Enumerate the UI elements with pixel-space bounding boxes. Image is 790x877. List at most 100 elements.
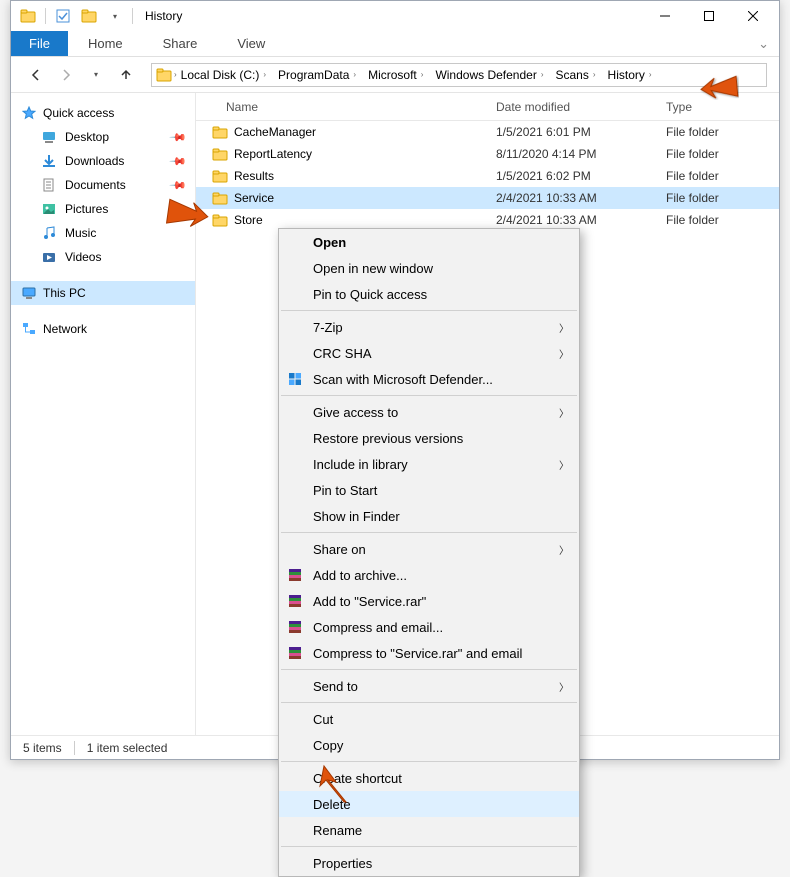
breadcrumb-local-disk-c-[interactable]: Local Disk (C:)› [177,68,274,82]
menu-send-to[interactable]: Send to〉 [279,673,579,699]
desktop-icon [41,129,57,145]
breadcrumb-programdata[interactable]: ProgramData› [274,68,364,82]
menu-restore-previous-versions[interactable]: Restore previous versions [279,425,579,451]
folder-icon [212,124,228,140]
folder-icon [212,190,228,206]
submenu-arrow-icon: 〉 [559,405,569,420]
status-selected: 1 item selected [87,741,168,755]
nav-recent-dropdown[interactable]: ▾ [83,62,109,88]
status-count: 5 items [23,741,62,755]
col-name[interactable]: Name [196,100,496,114]
col-date[interactable]: Date modified [496,100,666,114]
videos-icon [41,249,57,265]
nav-forward-button[interactable] [53,62,79,88]
submenu-arrow-icon: 〉 [559,542,569,557]
sidebar-item-videos[interactable]: Videos [11,245,195,269]
menu-copy[interactable]: Copy [279,732,579,758]
folder-row-reportlatency[interactable]: ReportLatency8/11/2020 4:14 PMFile folde… [196,143,779,165]
submenu-arrow-icon: 〉 [559,457,569,472]
ribbon-tab-home[interactable]: Home [68,31,143,56]
qat-dropdown-icon[interactable]: ▾ [106,7,124,25]
defender-icon [285,369,305,389]
pin-icon: 📌 [169,152,188,171]
folder-title-icon [19,7,37,25]
quick-access-header[interactable]: Quick access [11,101,195,125]
menu-pin-to-start[interactable]: Pin to Start [279,477,579,503]
folder-row-service[interactable]: Service2/4/2021 10:33 AMFile folder [196,187,779,209]
sidebar-network[interactable]: Network [11,317,195,341]
maximize-button[interactable] [687,1,731,31]
window-title: History [137,9,643,23]
breadcrumb-windows-defender[interactable]: Windows Defender› [431,68,551,82]
menu-separator [281,395,577,396]
sidebar-item-desktop[interactable]: Desktop📌 [11,125,195,149]
menu-delete[interactable]: Delete [279,791,579,817]
nav-back-button[interactable] [23,62,49,88]
address-bar[interactable]: › Local Disk (C:)›ProgramData›Microsoft›… [151,63,767,87]
folder-row-results[interactable]: Results1/5/2021 6:02 PMFile folder [196,165,779,187]
star-icon [21,105,37,121]
menu-cut[interactable]: Cut [279,706,579,732]
menu-separator [281,761,577,762]
nav-sidebar: Quick access Desktop📌Downloads📌Documents… [11,93,196,735]
rar-icon [285,591,305,611]
menu-show-in-finder[interactable]: Show in Finder [279,503,579,529]
sidebar-item-pictures[interactable]: Pictures📌 [11,197,195,221]
qat-folder-icon[interactable] [80,7,98,25]
close-button[interactable] [731,1,775,31]
menu-separator [281,310,577,311]
folder-icon [212,168,228,184]
documents-icon [41,177,57,193]
menu-properties[interactable]: Properties [279,850,579,876]
network-label: Network [43,322,87,336]
quick-access-label: Quick access [43,106,114,120]
ribbon-tabs: File Home Share View ⌄ [11,31,779,57]
menu-separator [281,669,577,670]
menu-separator [281,532,577,533]
menu-compress-and-email[interactable]: Compress and email... [279,614,579,640]
music-icon [41,225,57,241]
menu-include-in-library[interactable]: Include in library〉 [279,451,579,477]
ribbon-file-tab[interactable]: File [11,31,68,56]
breadcrumb-microsoft[interactable]: Microsoft› [364,68,431,82]
menu-open-in-new-window[interactable]: Open in new window [279,255,579,281]
menu-add-to-service-rar[interactable]: Add to "Service.rar" [279,588,579,614]
breadcrumb-history[interactable]: History› [604,68,660,82]
minimize-button[interactable] [643,1,687,31]
ribbon-tab-view[interactable]: View [217,31,285,56]
menu-separator [281,846,577,847]
menu-7-zip[interactable]: 7-Zip〉 [279,314,579,340]
menu-add-to-archive[interactable]: Add to archive... [279,562,579,588]
network-icon [21,321,37,337]
menu-separator [281,702,577,703]
sidebar-item-downloads[interactable]: Downloads📌 [11,149,195,173]
breadcrumb-scans[interactable]: Scans› [552,68,604,82]
title-bar[interactable]: ▾ History [11,1,779,31]
column-headers[interactable]: Name Date modified Type [196,93,779,121]
sidebar-this-pc[interactable]: This PC [11,281,195,305]
sidebar-item-music[interactable]: Music [11,221,195,245]
sidebar-item-documents[interactable]: Documents📌 [11,173,195,197]
col-type[interactable]: Type [666,100,779,114]
submenu-arrow-icon: 〉 [559,346,569,361]
menu-share-on[interactable]: Share on〉 [279,536,579,562]
submenu-arrow-icon: 〉 [559,320,569,335]
menu-scan-with-microsoft-defender[interactable]: Scan with Microsoft Defender... [279,366,579,392]
rar-icon [285,565,305,585]
menu-give-access-to[interactable]: Give access to〉 [279,399,579,425]
menu-open[interactable]: Open [279,229,579,255]
ribbon-tab-share[interactable]: Share [143,31,218,56]
folder-icon [212,212,228,228]
ribbon-expand-icon[interactable]: ⌄ [748,31,779,56]
qat-checkbox-icon[interactable] [54,7,72,25]
address-bar-row: ▾ › Local Disk (C:)›ProgramData›Microsof… [11,57,779,93]
menu-create-shortcut[interactable]: Create shortcut [279,765,579,791]
folder-row-cachemanager[interactable]: CacheManager1/5/2021 6:01 PMFile folder [196,121,779,143]
pin-icon: 📌 [169,176,188,195]
menu-compress-to-service-rar-and-email[interactable]: Compress to "Service.rar" and email [279,640,579,666]
menu-rename[interactable]: Rename [279,817,579,843]
menu-crc-sha[interactable]: CRC SHA〉 [279,340,579,366]
nav-up-button[interactable] [113,62,139,88]
pin-icon: 📌 [169,200,188,219]
menu-pin-to-quick-access[interactable]: Pin to Quick access [279,281,579,307]
